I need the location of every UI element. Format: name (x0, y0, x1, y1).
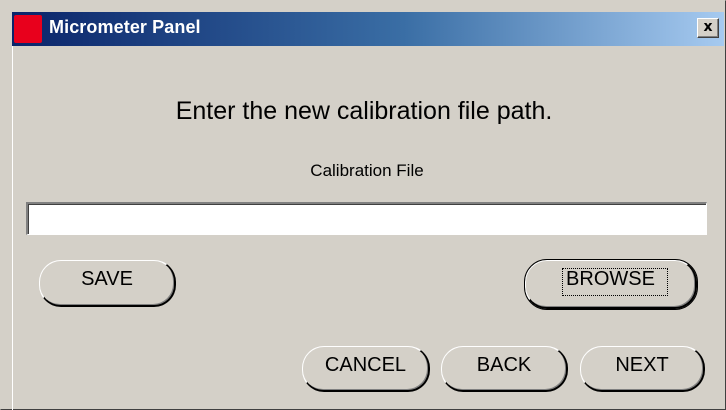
calibration-file-label: Calibration File (310, 161, 424, 180)
back-button-label: BACK (476, 354, 532, 376)
next-button[interactable]: NEXT (580, 346, 705, 392)
app-logo-icon (14, 15, 42, 43)
cancel-button[interactable]: CANCEL (302, 346, 430, 392)
browse-button[interactable]: BROWSE (524, 259, 698, 310)
title-bar[interactable]: Micrometer Panel x (12, 12, 724, 46)
close-icon: x (703, 19, 713, 35)
window-title: Micrometer Panel (49, 17, 201, 37)
browse-button-label: BROWSE (566, 268, 655, 290)
instruction-text: Enter the new calibration file path. (175, 97, 553, 125)
calibration-file-input[interactable] (26, 202, 707, 235)
cancel-button-label: CANCEL (324, 354, 407, 376)
save-button-label: SAVE (81, 268, 133, 290)
micrometer-panel-window: Micrometer Panel x Enter the new calibra… (0, 0, 726, 410)
close-button[interactable]: x (697, 18, 719, 38)
next-button-label: NEXT (615, 354, 669, 376)
save-button[interactable]: SAVE (39, 260, 176, 307)
back-button[interactable]: BACK (441, 346, 568, 392)
